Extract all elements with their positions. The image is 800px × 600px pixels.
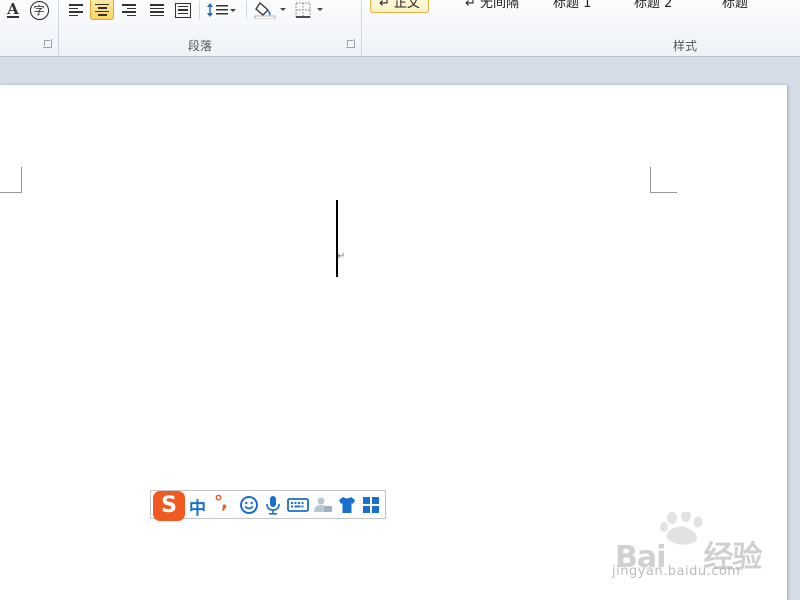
paint-bucket-icon [254,2,286,19]
emoji-icon[interactable] [239,495,259,515]
ime-toolbar: S 中 °, [150,490,386,521]
borders-button[interactable] [293,0,327,20]
align-right-button[interactable] [117,0,141,20]
enclose-character-button[interactable]: 字 [27,0,51,20]
margin-corner-mark [0,167,22,193]
ime-punctuation-toggle[interactable]: °, [214,492,228,513]
font-group-launcher-icon[interactable] [43,39,52,48]
style-heading-2[interactable]: 标题 2 [634,0,672,13]
style-title[interactable]: 标题 [722,0,748,13]
align-center-button[interactable] [90,0,114,20]
line-spacing-icon [207,3,236,17]
text-effect-A-icon: A [7,0,19,18]
align-center-icon [95,3,109,16]
justify-icon [150,4,164,16]
enclose-character-label: 字 [33,4,45,17]
distributed-button[interactable] [171,0,195,20]
styles-gallery: ↵ 正文 ↵ 无间隔 标题 1 标题 2 标题 [370,0,800,14]
style-no-spacing[interactable]: ↵ 无间隔 [465,0,519,13]
text-effect-button[interactable]: A [2,0,24,20]
borders-icon [295,2,323,18]
sogou-logo-icon[interactable]: S [153,491,185,521]
paragraph-group-launcher-icon[interactable] [346,39,355,48]
line-spacing-button[interactable] [204,0,238,20]
align-left-button[interactable] [64,0,88,20]
paragraph-mark: ↵ [337,251,346,262]
group-divider [58,0,59,56]
watermark-url: jingyan.baidu.com [612,564,741,579]
style-heading-1[interactable]: 标题 1 [553,0,591,13]
justify-button[interactable] [145,0,169,20]
distributed-icon [175,2,191,18]
toolbox-grid-icon[interactable] [361,495,381,515]
styles-group-label: 样式 [672,39,697,53]
inner-divider [199,1,200,19]
ribbon: A 字 段落 ↵ 正文 ↵ 无间隔 标题 1 标题 2 标题 样式 [0,0,800,57]
microphone-icon[interactable] [263,495,283,515]
ime-mode-toggle[interactable]: 中 [189,494,206,519]
keyboard-icon[interactable] [287,495,309,515]
paragraph-group-label: 段落 [187,39,212,53]
inner-divider [246,1,247,19]
margin-corner-mark [650,167,677,193]
user-icon[interactable] [313,495,333,515]
text-cursor [336,200,338,277]
align-right-icon [122,4,136,16]
align-left-icon [69,4,83,16]
skin-shirt-icon[interactable] [337,495,357,515]
shading-button[interactable] [253,0,289,20]
group-divider [361,0,362,56]
style-normal[interactable]: ↵ 正文 [370,0,430,13]
enclose-character-icon: 字 [29,0,49,20]
